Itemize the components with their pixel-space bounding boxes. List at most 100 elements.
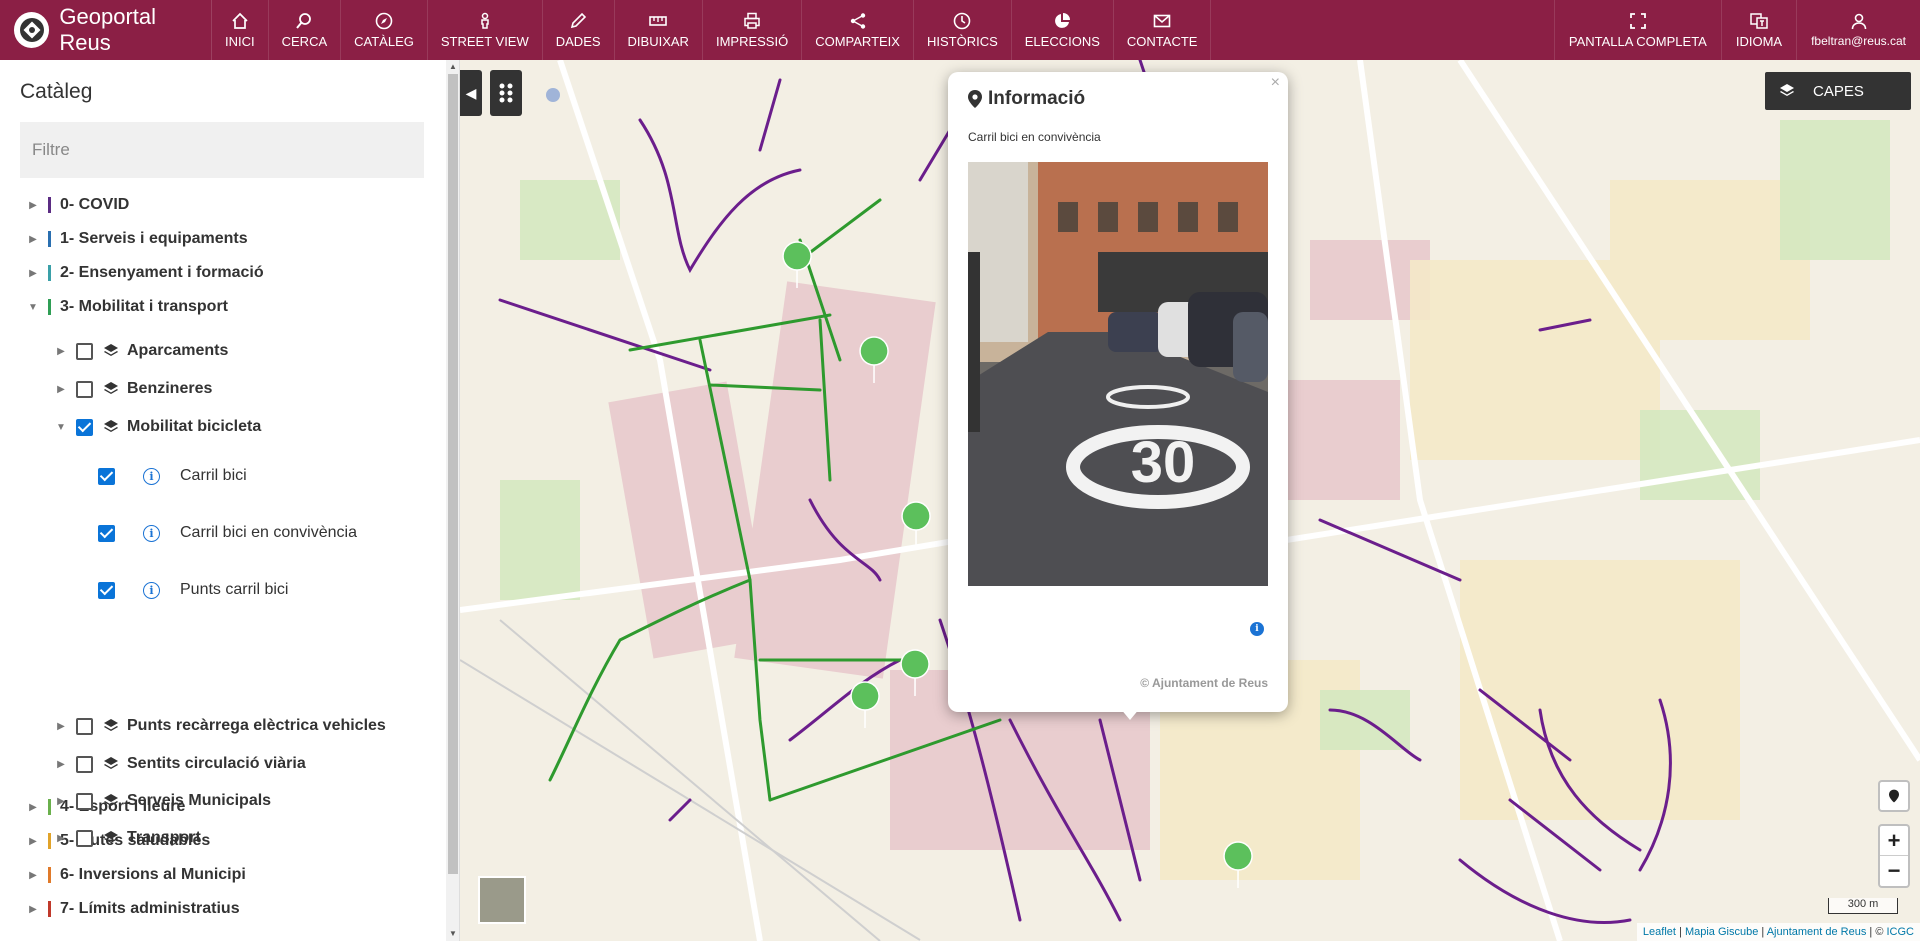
nav-impressió-button[interactable]: IMPRESSIÓ: [703, 0, 803, 60]
zoom-in-button[interactable]: +: [1880, 826, 1908, 856]
expand-down-icon[interactable]: ▼: [54, 422, 68, 433]
scroll-down-arrow-icon[interactable]: ▼: [446, 927, 459, 941]
nav-catàleg-button[interactable]: CATÀLEG: [341, 0, 428, 60]
nav-històrics-button[interactable]: HISTÒRICS: [914, 0, 1012, 60]
catalog-sublayer-2[interactable]: i Punts carril bici: [98, 581, 288, 599]
expand-right-icon[interactable]: ▶: [26, 234, 40, 245]
category-label: 7- Límits administratius: [60, 900, 240, 917]
expand-right-icon[interactable]: ▶: [26, 904, 40, 915]
nav-cerca-button[interactable]: CERCA: [269, 0, 342, 60]
nav-label: STREET VIEW: [440, 33, 529, 49]
nav-dibuixar-button[interactable]: DIBUIXAR: [615, 0, 703, 60]
catalog-category-3[interactable]: ▼ 3- Mobilitat i transport: [26, 298, 228, 316]
street-photo[interactable]: 30: [968, 162, 1268, 586]
expand-right-icon[interactable]: ▶: [54, 384, 68, 395]
expand-right-icon[interactable]: ▶: [26, 870, 40, 881]
leaflet-link[interactable]: Leaflet: [1643, 926, 1676, 938]
map-attribution: Leaflet | Mapia Giscube | Ajuntament de …: [1636, 923, 1920, 941]
filter-input[interactable]: [20, 122, 424, 178]
catalog-layer-3[interactable]: ▶ Punts recàrrega elèctrica vehicles: [54, 717, 386, 735]
search-icon: [296, 12, 312, 29]
catalog-category-6[interactable]: ▶ 6- Inversions al Municipi: [26, 866, 246, 884]
apps-menu-button[interactable]: [490, 70, 522, 116]
catalog-sublayer-1[interactable]: i Carril bici en convivència: [98, 524, 357, 542]
expand-down-icon[interactable]: ▼: [26, 302, 40, 313]
expand-right-icon[interactable]: ▶: [54, 759, 68, 770]
minimap-thumbnail[interactable]: [478, 876, 526, 924]
fullscreen-button[interactable]: PANTALLA COMPLETA: [1553, 0, 1721, 60]
expand-right-icon[interactable]: ▶: [26, 836, 40, 847]
locate-button[interactable]: [1878, 780, 1910, 812]
expand-right-icon[interactable]: ▶: [26, 200, 40, 211]
location-dot: [546, 88, 560, 102]
layers-icon: [104, 382, 118, 394]
expand-right-icon[interactable]: ▶: [54, 796, 68, 807]
collapse-sidebar-button[interactable]: ◀: [460, 70, 482, 116]
sublayer-checkbox[interactable]: [98, 581, 115, 599]
sublayer-checkbox[interactable]: [98, 524, 115, 542]
scroll-up-arrow-icon[interactable]: ▲: [446, 60, 459, 74]
catalog-category-0[interactable]: ▶ 0- COVID: [26, 196, 129, 214]
attribution-sep: |: [1758, 926, 1767, 938]
translate-icon: [1750, 12, 1768, 29]
layer-checkbox[interactable]: [76, 755, 93, 773]
sidebar-scrollbar[interactable]: ▲ ▼: [446, 60, 459, 941]
nav-eleccions-button[interactable]: ELECCIONS: [1012, 0, 1114, 60]
catalog-sublayer-0[interactable]: i Carril bici: [98, 467, 247, 485]
ajuntament-link[interactable]: Ajuntament de Reus: [1767, 926, 1867, 938]
popup-info-icon[interactable]: i: [1250, 622, 1264, 636]
user-button[interactable]: fbeltran@reus.cat: [1796, 0, 1920, 60]
info-icon[interactable]: i: [143, 524, 160, 542]
giscube-link[interactable]: Mapia Giscube: [1685, 926, 1758, 938]
language-button[interactable]: IDIOMA: [1720, 0, 1796, 60]
category-color-bar: [48, 867, 51, 883]
layers-button[interactable]: CAPES: [1765, 72, 1911, 110]
popup-close-button[interactable]: ×: [1271, 74, 1280, 92]
category-label: 2- Ensenyament i formació: [60, 264, 264, 281]
catalog-category-7[interactable]: ▶ 7- Límits administratius: [26, 900, 240, 918]
nav-dades-button[interactable]: DADES: [543, 0, 615, 60]
info-icon[interactable]: i: [143, 467, 160, 485]
scroll-thumb[interactable]: [448, 74, 458, 874]
map-pin-icon: [968, 90, 982, 108]
nav-label: INICI: [225, 33, 255, 49]
sublayer-checkbox[interactable]: [98, 467, 115, 485]
catalog-layer-2[interactable]: ▼ Mobilitat bicicleta: [54, 418, 261, 436]
app-logo[interactable]: Geoportal Reus: [0, 0, 212, 60]
expand-right-icon[interactable]: ▶: [26, 802, 40, 813]
zoom-out-button[interactable]: −: [1880, 856, 1908, 886]
expand-right-icon[interactable]: ▶: [54, 833, 68, 844]
popup-tip: [1120, 708, 1140, 720]
pegman-icon: [481, 12, 489, 29]
nav-comparteix-button[interactable]: COMPARTEIX: [802, 0, 914, 60]
map-view[interactable]: ◀ CAPES × Informació Carril bici en conv…: [460, 60, 1920, 941]
sublayer-label: Carril bici en convivència: [180, 524, 357, 541]
share-icon: [850, 12, 865, 29]
nav-street-view-button[interactable]: STREET VIEW: [428, 0, 543, 60]
info-icon[interactable]: i: [143, 581, 160, 599]
nav-inici-button[interactable]: INICI: [212, 0, 269, 60]
layer-checkbox[interactable]: [76, 342, 93, 360]
layer-checkbox[interactable]: [76, 792, 93, 810]
layer-checkbox[interactable]: [76, 829, 93, 847]
expand-right-icon[interactable]: ▶: [54, 721, 68, 732]
layer-checkbox[interactable]: [76, 380, 93, 398]
catalog-layer-0[interactable]: ▶ Aparcaments: [54, 342, 228, 360]
catalog-category-1[interactable]: ▶ 1- Serveis i equipaments: [26, 230, 248, 248]
nav-label: HISTÒRICS: [926, 33, 998, 49]
catalog-layer-6[interactable]: ▶ Transport: [54, 829, 201, 847]
layer-checkbox[interactable]: [76, 717, 93, 735]
catalog-layer-4[interactable]: ▶ Sentits circulació viària: [54, 755, 306, 773]
category-color-bar: [48, 197, 51, 213]
catalog-sidebar: Catàleg ▶ 0- COVID ▶ 1- Serveis i equipamen…: [0, 60, 460, 941]
catalog-layer-1[interactable]: ▶ Benzineres: [54, 380, 212, 398]
nav-contacte-button[interactable]: CONTACTE: [1114, 0, 1212, 60]
icgc-link[interactable]: ICGC: [1887, 926, 1915, 938]
expand-right-icon[interactable]: ▶: [54, 346, 68, 357]
language-label: IDIOMA: [1735, 33, 1783, 49]
user-email: fbeltran@reus.cat: [1811, 34, 1906, 48]
catalog-category-2[interactable]: ▶ 2- Ensenyament i formació: [26, 264, 264, 282]
expand-right-icon[interactable]: ▶: [26, 268, 40, 279]
catalog-layer-5[interactable]: ▶ Serveis Municipals: [54, 792, 271, 810]
layer-checkbox[interactable]: [76, 418, 93, 436]
